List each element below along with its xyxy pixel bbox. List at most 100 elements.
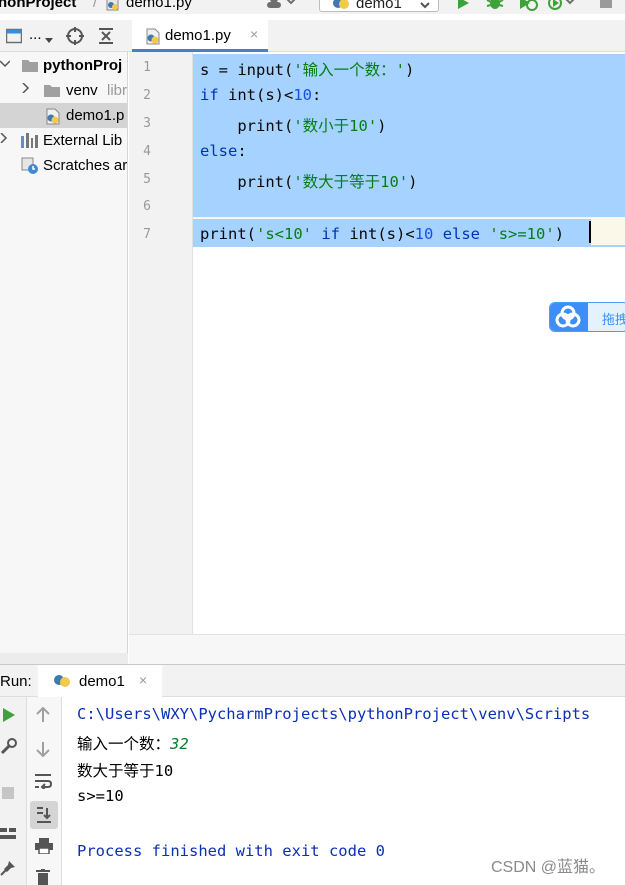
code-token: )	[408, 173, 418, 191]
scroll-to-end-icon	[35, 806, 53, 829]
run-panel-header: Run: demo1 ×	[0, 664, 625, 697]
python-file-icon	[45, 108, 61, 129]
pin-icon[interactable]	[0, 860, 16, 881]
console-output-line: 数大于等于10	[77, 762, 174, 780]
code-token: 10	[293, 86, 312, 104]
tree-item-suffix: libr	[107, 82, 128, 99]
code-line: if int(s)<10:	[200, 86, 321, 104]
python-file-icon	[145, 28, 161, 50]
stop-icon[interactable]	[600, 0, 612, 14]
breadcrumb-project[interactable]: honProject	[0, 0, 76, 11]
project-toolbar: ...	[0, 20, 128, 52]
code-token: )	[554, 225, 565, 243]
code-token: print(	[200, 117, 294, 135]
locate-icon[interactable]	[66, 27, 84, 50]
close-icon[interactable]: ×	[139, 672, 147, 688]
code-token: )	[377, 117, 387, 135]
code-line: print('数大于等于10')	[200, 170, 418, 192]
project-view-icon[interactable]	[5, 28, 23, 49]
code-token: if	[321, 225, 341, 243]
user-icon[interactable]	[266, 0, 296, 14]
stop-icon[interactable]	[2, 783, 14, 804]
tab-run-demo1[interactable]: demo1 ×	[38, 665, 162, 697]
chevron-down-icon	[420, 0, 430, 14]
project-view-dropdown[interactable]: ...	[29, 26, 42, 43]
tab-label: demo1.py	[165, 27, 231, 44]
chevron-down-icon	[45, 31, 53, 49]
layout-icon[interactable]	[0, 824, 16, 845]
tree-item-external-libraries[interactable]: External Lib	[0, 128, 127, 153]
floating-bar-label: 拖拽	[602, 312, 625, 327]
code-line: else:	[200, 142, 247, 160]
tree-item-venv[interactable]: venv libr	[0, 78, 128, 103]
code-line: print('数小于10')	[200, 114, 387, 136]
soft-wrap-icon[interactable]	[34, 773, 53, 794]
console-user-input: 32	[170, 735, 189, 753]
tab-demo1-py[interactable]: demo1.py ×	[132, 20, 268, 52]
folder-icon	[22, 59, 38, 76]
python-icon	[53, 673, 71, 694]
scroll-to-end-button[interactable]	[30, 801, 58, 829]
tree-item-label: Scratches ar	[43, 157, 128, 174]
console-path-line: C:\Users\WXY\PycharmProjects\pythonProje…	[77, 705, 591, 723]
tree-item-scratches[interactable]: Scratches ar	[0, 153, 128, 178]
wrench-icon[interactable]	[0, 737, 18, 760]
line-number: 2	[143, 88, 151, 103]
library-icon	[21, 133, 39, 152]
close-icon[interactable]: ×	[250, 26, 258, 42]
run-panel-label: Run:	[0, 673, 32, 690]
code-editor[interactable]: s = input('输入一个数：') if int(s)<10: print('…	[193, 52, 625, 634]
run-icon[interactable]	[456, 0, 470, 14]
watermark: CSDN @蓝猫。	[491, 859, 606, 876]
trash-icon[interactable]	[36, 869, 50, 885]
code-token: int(s)<	[340, 225, 415, 243]
chevron-right-icon[interactable]	[0, 132, 8, 146]
arrow-up-icon[interactable]	[36, 706, 50, 728]
coverage-icon[interactable]	[518, 0, 538, 14]
code-token: print(	[200, 225, 256, 243]
chevron-down-icon[interactable]	[0, 57, 11, 71]
code-line: print('s<10' if int(s)<10 else 's>=10')	[200, 225, 564, 243]
run-toolbar-primary	[0, 697, 27, 885]
editor-bottom-area	[129, 634, 625, 664]
console-finish-line: Process finished with exit code 0	[77, 842, 385, 860]
debug-icon[interactable]	[486, 0, 504, 14]
tree-item-project-root[interactable]: pythonProj	[0, 53, 127, 78]
print-icon[interactable]	[35, 838, 53, 859]
code-token: '数小于10'	[293, 117, 378, 135]
chevron-right-icon[interactable]	[22, 82, 30, 96]
tree-item-demo1[interactable]: demo1.p	[0, 103, 127, 129]
rerun-icon[interactable]	[2, 707, 16, 728]
breadcrumb-file[interactable]: demo1.py	[126, 0, 192, 11]
breadcrumb-separator: /	[93, 0, 98, 11]
code-token: else	[442, 225, 481, 243]
tree-item-label: pythonProj	[43, 57, 123, 74]
line-number: 6	[143, 199, 151, 214]
line-number: 3	[143, 116, 151, 131]
run-toolbar-secondary	[27, 697, 62, 885]
tree-item-label: demo1.p	[66, 107, 125, 124]
arrow-down-icon[interactable]	[36, 741, 50, 762]
profile-icon[interactable]	[548, 0, 576, 14]
code-token: else	[200, 142, 238, 160]
code-token: print(	[200, 173, 294, 191]
text-caret	[589, 221, 591, 243]
code-token: )	[405, 61, 415, 79]
python-file-icon	[106, 0, 120, 14]
tree-item-label: venv	[66, 82, 98, 99]
code-token: :	[312, 86, 322, 104]
pane-divider[interactable]	[0, 653, 128, 664]
floating-drag-widget[interactable]: 拖拽	[549, 302, 625, 332]
code-token: 's>=10'	[489, 225, 555, 243]
line-number: 4	[143, 144, 151, 159]
editor-gutter: 1 2 3 4 5 6 7	[129, 52, 193, 634]
code-token: '输入一个数：'	[293, 61, 405, 79]
collapse-all-icon[interactable]	[98, 28, 114, 49]
project-tree: pythonProj venv libr demo1.p External Li…	[0, 52, 128, 664]
code-token: if	[200, 86, 219, 104]
python-icon	[332, 0, 350, 14]
run-tab-label: demo1	[79, 673, 125, 690]
run-configuration-select[interactable]: demo1	[319, 0, 439, 12]
